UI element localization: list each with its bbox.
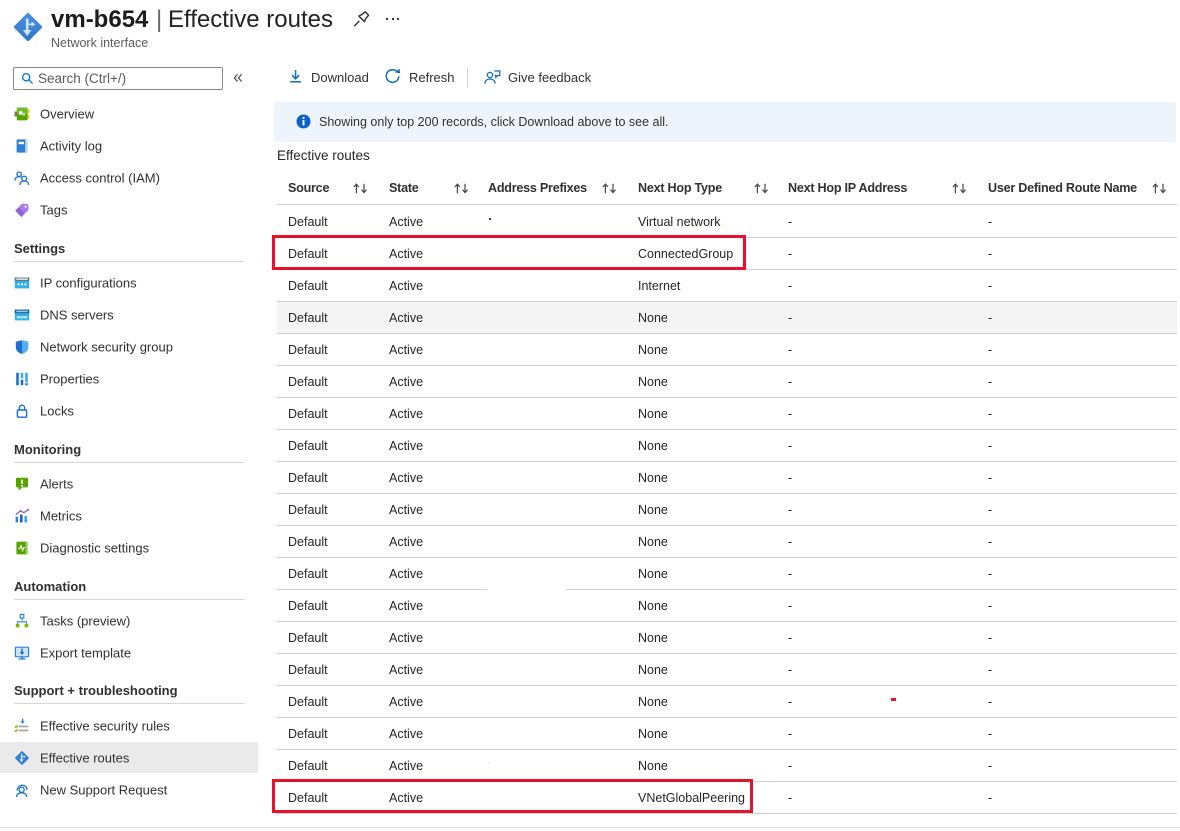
- svg-text:www: www: [16, 314, 28, 319]
